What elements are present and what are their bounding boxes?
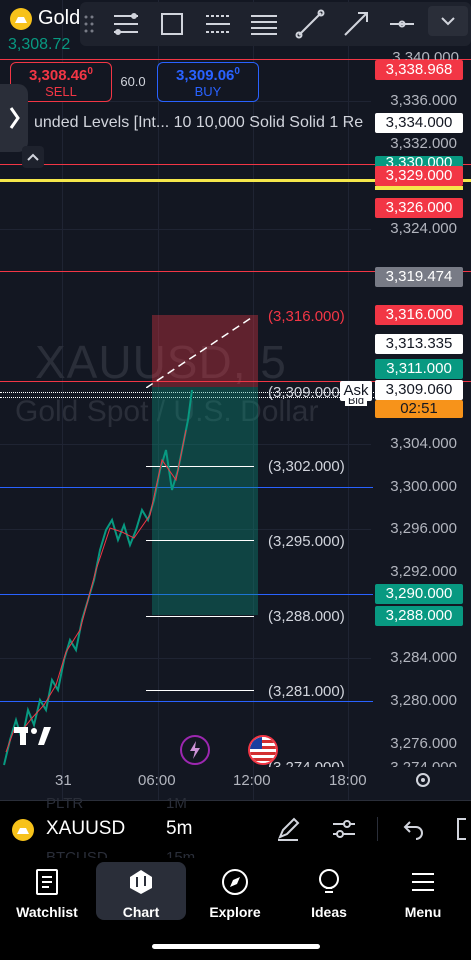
- nav-menu[interactable]: Menu: [378, 862, 468, 920]
- buy-price: 3,309.06: [176, 67, 235, 84]
- gold-icon: [12, 819, 34, 841]
- symbol-name: Gold: [38, 7, 81, 29]
- time-tick: 31: [55, 772, 72, 789]
- home-indicator: [152, 944, 320, 949]
- trend-line-tool-icon[interactable]: [294, 8, 326, 40]
- yellow-tag-strip: [375, 186, 463, 190]
- bid-label: Bid: [345, 398, 367, 406]
- price-tag-gray[interactable]: 3,319.474: [375, 267, 463, 287]
- price-tick: 3,336.000: [390, 92, 457, 109]
- price-tag-orange[interactable]: 02:51: [375, 400, 463, 418]
- fib-label: (3,281.000): [268, 683, 345, 700]
- undo-icon[interactable]: [398, 815, 426, 843]
- price-tick: 3,332.000: [390, 135, 457, 152]
- symbol-price: 3,308.72: [8, 36, 71, 53]
- interval-selector[interactable]: 5m: [166, 818, 192, 840]
- fib-label: (3,295.000): [268, 533, 345, 550]
- fib-label: (3,288.000): [268, 608, 345, 625]
- pencil-icon[interactable]: [274, 815, 302, 843]
- time-tick: 18:00: [329, 772, 367, 789]
- side-panel-toggle[interactable]: [0, 84, 28, 152]
- price-tag-red[interactable]: 3,329.000: [375, 166, 463, 186]
- price-tick: 3,292.000: [390, 563, 457, 580]
- drawing-toolbar: [80, 2, 471, 46]
- bottom-navigation: Watchlist Chart Explore Ideas Menu: [0, 858, 471, 960]
- fib-channel-tool-icon[interactable]: [202, 8, 234, 40]
- fib-diagonal[interactable]: [145, 315, 255, 389]
- indicator-legend[interactable]: unded Levels [Int... 10 10,000 Solid Sol…: [34, 114, 363, 132]
- grid-line: [0, 229, 371, 230]
- candlestick-series[interactable]: [0, 380, 200, 770]
- compass-icon: [221, 868, 249, 901]
- chart-icon: [128, 868, 154, 901]
- fib-label: (3,309.000): [268, 384, 345, 401]
- price-tag-green[interactable]: 3,288.000: [375, 606, 463, 626]
- buy-button[interactable]: 3,309.060 BUY: [157, 62, 259, 102]
- fib-label: (3,316.000): [268, 308, 345, 325]
- time-tick: 06:00: [138, 772, 176, 789]
- horizontal-lines-tool-icon[interactable]: [248, 8, 280, 40]
- symbol-selector[interactable]: XAUUSD: [46, 818, 125, 840]
- tradingview-logo: [14, 727, 52, 747]
- price-tag-white[interactable]: 3,313.335: [375, 334, 463, 354]
- drag-handle-icon[interactable]: [84, 14, 94, 34]
- price-tick: 3,304.000: [390, 435, 457, 452]
- gold-icon: [10, 8, 32, 30]
- price-tag-red[interactable]: 3,316.000: [375, 305, 463, 325]
- settings-gear-icon[interactable]: [414, 771, 432, 789]
- hamburger-icon: [410, 868, 436, 901]
- toolbar-dropdown-button[interactable]: [428, 6, 468, 36]
- nav-label: Chart: [122, 904, 160, 920]
- lightbulb-icon: [316, 868, 342, 901]
- horizontal-line-tool-icon[interactable]: [386, 8, 418, 40]
- ghost-symbol: PLTR: [46, 795, 84, 812]
- sell-price: 3,308.46: [29, 67, 88, 84]
- fib-retracement-tool-icon[interactable]: [110, 8, 142, 40]
- price-tick: 3,296.000: [390, 520, 457, 537]
- sell-price-superscript: 0: [87, 66, 93, 77]
- watchlist-icon: [34, 868, 60, 901]
- price-tag-red[interactable]: 3,326.000: [375, 198, 463, 218]
- us-flag-event-icon[interactable]: [248, 735, 278, 765]
- buy-label: BUY: [194, 84, 222, 99]
- price-tag-white[interactable]: 3,334.000: [375, 113, 463, 133]
- price-tag-green[interactable]: 3,290.000: [375, 584, 463, 604]
- fullscreen-icon[interactable]: [454, 815, 471, 843]
- symbol-bar: PLTR 1M BTCUSD 15m XAUUSD 5m: [0, 795, 471, 859]
- price-tick: 3,284.000: [390, 649, 457, 666]
- collapse-indicators-icon[interactable]: [22, 146, 44, 168]
- fib-label: (3,302.000): [268, 458, 345, 475]
- price-tick: 3,276.000: [390, 735, 457, 752]
- nav-label: Watchlist: [16, 904, 78, 920]
- nav-chart[interactable]: Chart: [96, 862, 186, 920]
- price-tick: 3,274.000: [390, 759, 457, 767]
- price-tag-red[interactable]: 3,338.968: [375, 60, 463, 80]
- price-tag-white[interactable]: 3,309.060: [375, 380, 463, 400]
- time-tick: 12:00: [233, 772, 271, 789]
- ghost-interval: 1M: [166, 795, 187, 812]
- indicators-sliders-icon[interactable]: [330, 815, 358, 843]
- nav-label: Menu: [404, 904, 442, 920]
- divider: [377, 817, 378, 841]
- price-tick: 3,324.000: [390, 220, 457, 237]
- arrow-line-tool-icon[interactable]: [340, 8, 372, 40]
- rectangle-tool-icon[interactable]: [156, 8, 188, 40]
- buy-price-superscript: 0: [234, 66, 240, 77]
- event-lightning-icon[interactable]: [180, 735, 210, 765]
- fib-label: (3,274.000): [268, 759, 345, 767]
- nav-watchlist[interactable]: Watchlist: [2, 862, 92, 920]
- nav-label: Ideas: [311, 904, 347, 920]
- nav-explore[interactable]: Explore: [190, 862, 280, 920]
- nav-ideas[interactable]: Ideas: [284, 862, 374, 920]
- price-tick: 3,280.000: [390, 692, 457, 709]
- price-tick: 3,300.000: [390, 478, 457, 495]
- price-tag-green[interactable]: 3,311.000: [375, 359, 463, 379]
- spread-value: 60.0: [120, 74, 146, 89]
- nav-label: Explore: [209, 904, 261, 920]
